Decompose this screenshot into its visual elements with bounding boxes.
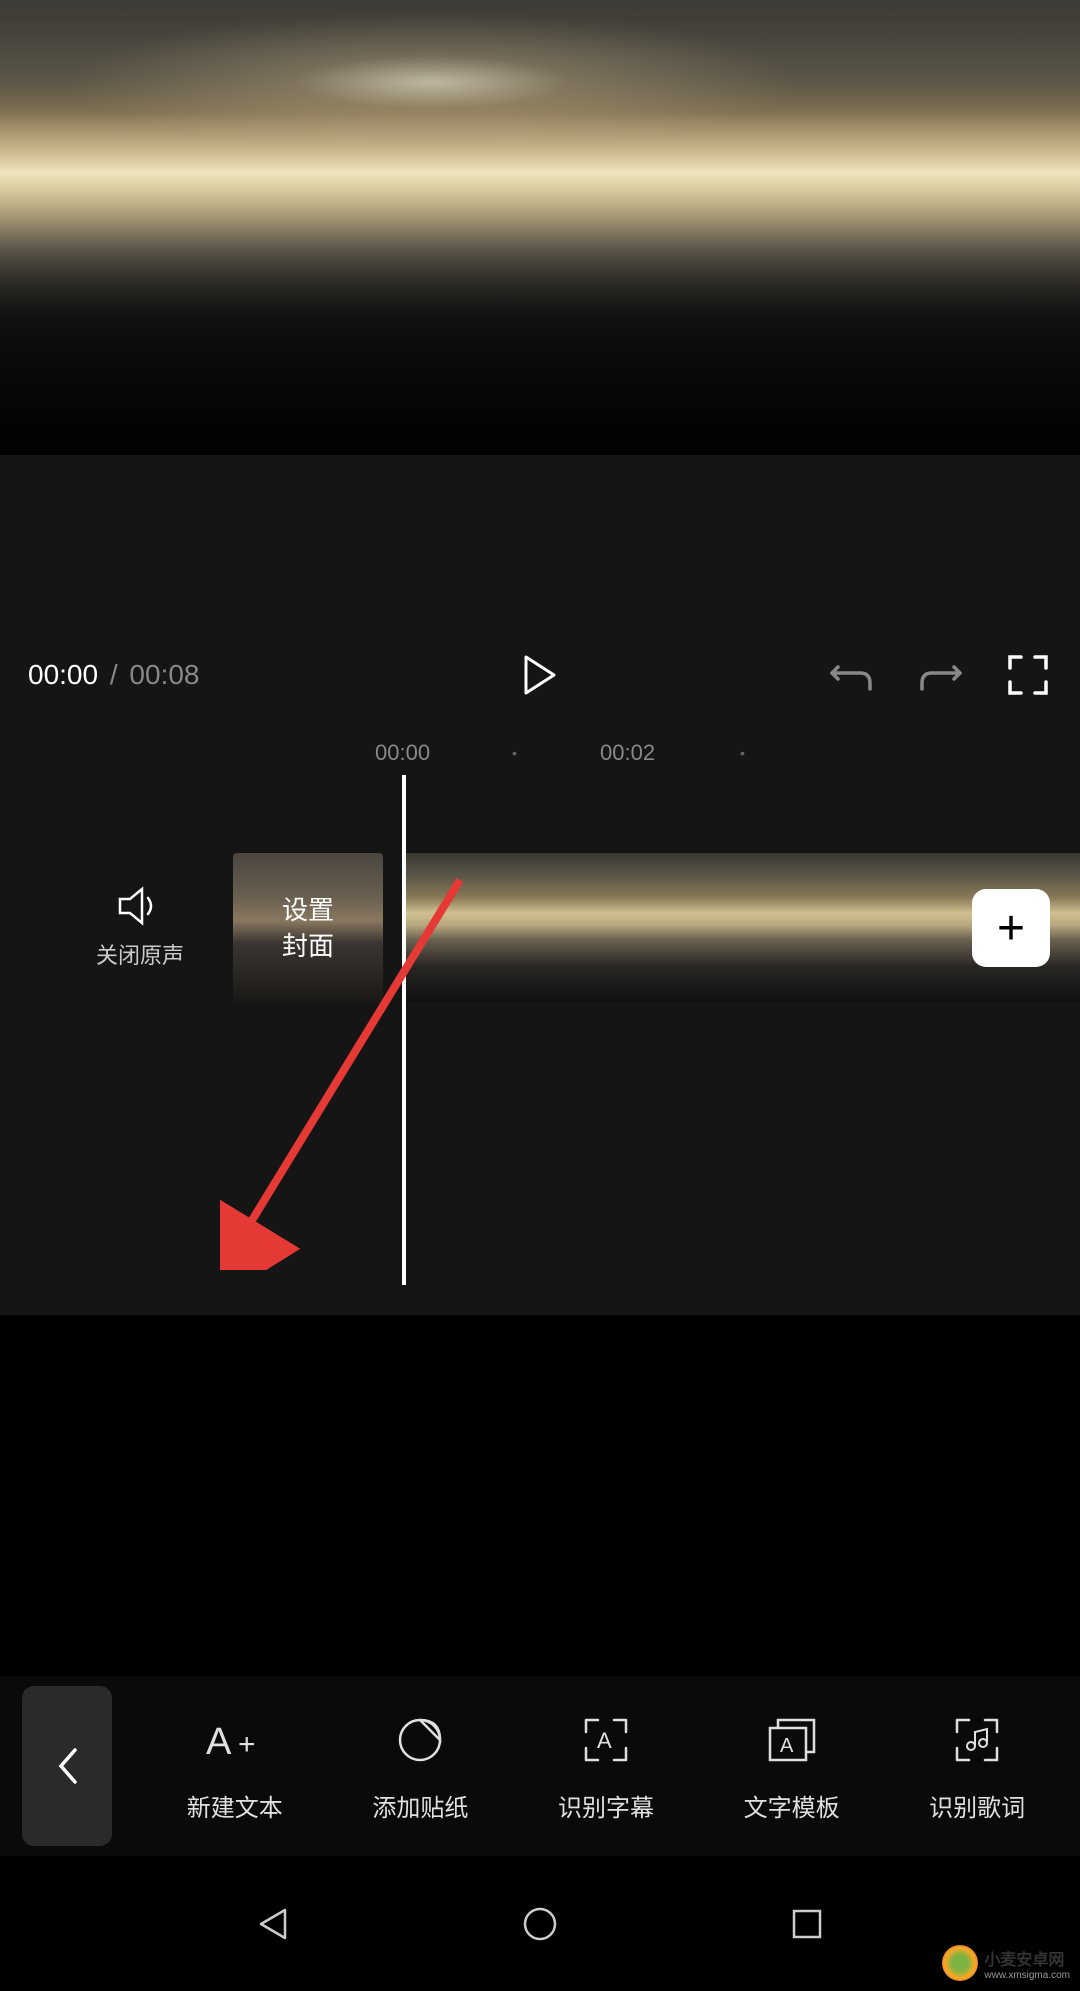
watermark-url: www.xmsigma.com <box>984 1970 1070 1981</box>
set-cover-button[interactable]: 设置 封面 <box>233 853 383 1003</box>
tool-label: 文字模板 <box>744 1788 840 1823</box>
text-template-icon: A <box>762 1710 822 1770</box>
fullscreen-button[interactable] <box>1004 651 1052 699</box>
android-nav-bar <box>0 1856 1080 1991</box>
recognize-lyrics-button[interactable]: 识别歌词 <box>929 1710 1025 1823</box>
player-controls: 00:00 / 00:08 <box>0 635 1080 715</box>
time-separator: / <box>110 659 118 690</box>
bottom-toolbar: A+ 新建文本 添加贴纸 A 识别字幕 A 文字模板 识别歌词 <box>0 1676 1080 1856</box>
video-track: 关闭原声 设置 封面 + <box>0 853 1080 1003</box>
text-add-icon: A+ <box>205 1710 265 1770</box>
cover-label-2: 封面 <box>282 928 334 964</box>
tool-label: 添加贴纸 <box>372 1788 468 1823</box>
lyrics-icon <box>947 1710 1007 1770</box>
chevron-left-icon <box>55 1746 79 1786</box>
fullscreen-icon <box>1008 655 1048 695</box>
mute-label: 关闭原声 <box>96 938 184 970</box>
play-button[interactable] <box>520 655 560 695</box>
clip-frame <box>405 853 525 1003</box>
mute-audio-button[interactable]: 关闭原声 <box>85 886 195 970</box>
triangle-back-icon <box>255 1906 291 1942</box>
tool-label: 新建文本 <box>187 1788 283 1823</box>
cover-label-1: 设置 <box>282 892 334 928</box>
play-icon <box>522 655 558 695</box>
tool-label: 识别字幕 <box>558 1788 654 1823</box>
back-button[interactable] <box>22 1686 112 1846</box>
svg-text:A: A <box>206 1721 232 1762</box>
ruler-mark: 00:00 <box>375 740 430 766</box>
timeline-area[interactable]: 00:00 • 00:02 • 关闭原声 设置 封面 + <box>0 715 1080 1315</box>
undo-button[interactable] <box>828 651 876 699</box>
square-recent-icon <box>791 1908 823 1940</box>
ruler-tick: • <box>740 745 745 761</box>
redo-button[interactable] <box>916 651 964 699</box>
tool-items: A+ 新建文本 添加贴纸 A 识别字幕 A 文字模板 识别歌词 <box>132 1710 1080 1823</box>
watermark-title: 小麦安卓网 <box>984 1946 1070 1970</box>
nav-recent-button[interactable] <box>777 1894 837 1954</box>
watermark: 小麦安卓网 www.xmsigma.com <box>942 1945 1070 1981</box>
watermark-logo <box>942 1945 978 1981</box>
recognize-subtitle-button[interactable]: A 识别字幕 <box>558 1710 654 1823</box>
video-preview-area[interactable] <box>0 0 1080 455</box>
ruler-mark: 00:02 <box>600 740 655 766</box>
clip-frame <box>645 853 765 1003</box>
svg-text:+: + <box>238 1728 256 1761</box>
new-text-button[interactable]: A+ 新建文本 <box>187 1710 283 1823</box>
redo-icon <box>918 655 962 695</box>
sticker-icon <box>390 1710 450 1770</box>
right-controls <box>828 651 1052 699</box>
spacer <box>0 455 1080 635</box>
text-template-button[interactable]: A 文字模板 <box>744 1710 840 1823</box>
clip-frame <box>765 853 885 1003</box>
svg-text:A: A <box>597 1728 612 1753</box>
total-time: 00:08 <box>129 659 199 690</box>
subtitle-icon: A <box>576 1710 636 1770</box>
nav-back-button[interactable] <box>243 1894 303 1954</box>
tool-label: 识别歌词 <box>929 1788 1025 1823</box>
undo-icon <box>830 655 874 695</box>
add-clip-button[interactable]: + <box>972 889 1050 967</box>
plus-icon: + <box>997 901 1025 956</box>
time-display: 00:00 / 00:08 <box>28 659 200 691</box>
playhead[interactable] <box>402 775 406 1285</box>
svg-text:A: A <box>780 1735 794 1757</box>
watermark-text: 小麦安卓网 www.xmsigma.com <box>984 1946 1070 1981</box>
speaker-icon <box>118 886 162 926</box>
clip-frame <box>525 853 645 1003</box>
add-sticker-button[interactable]: 添加贴纸 <box>372 1710 468 1823</box>
timeline-ruler: 00:00 • 00:02 • <box>0 733 1080 773</box>
ruler-tick: • <box>512 745 517 761</box>
current-time: 00:00 <box>28 659 98 690</box>
nav-home-button[interactable] <box>510 1894 570 1954</box>
circle-home-icon <box>522 1906 558 1942</box>
